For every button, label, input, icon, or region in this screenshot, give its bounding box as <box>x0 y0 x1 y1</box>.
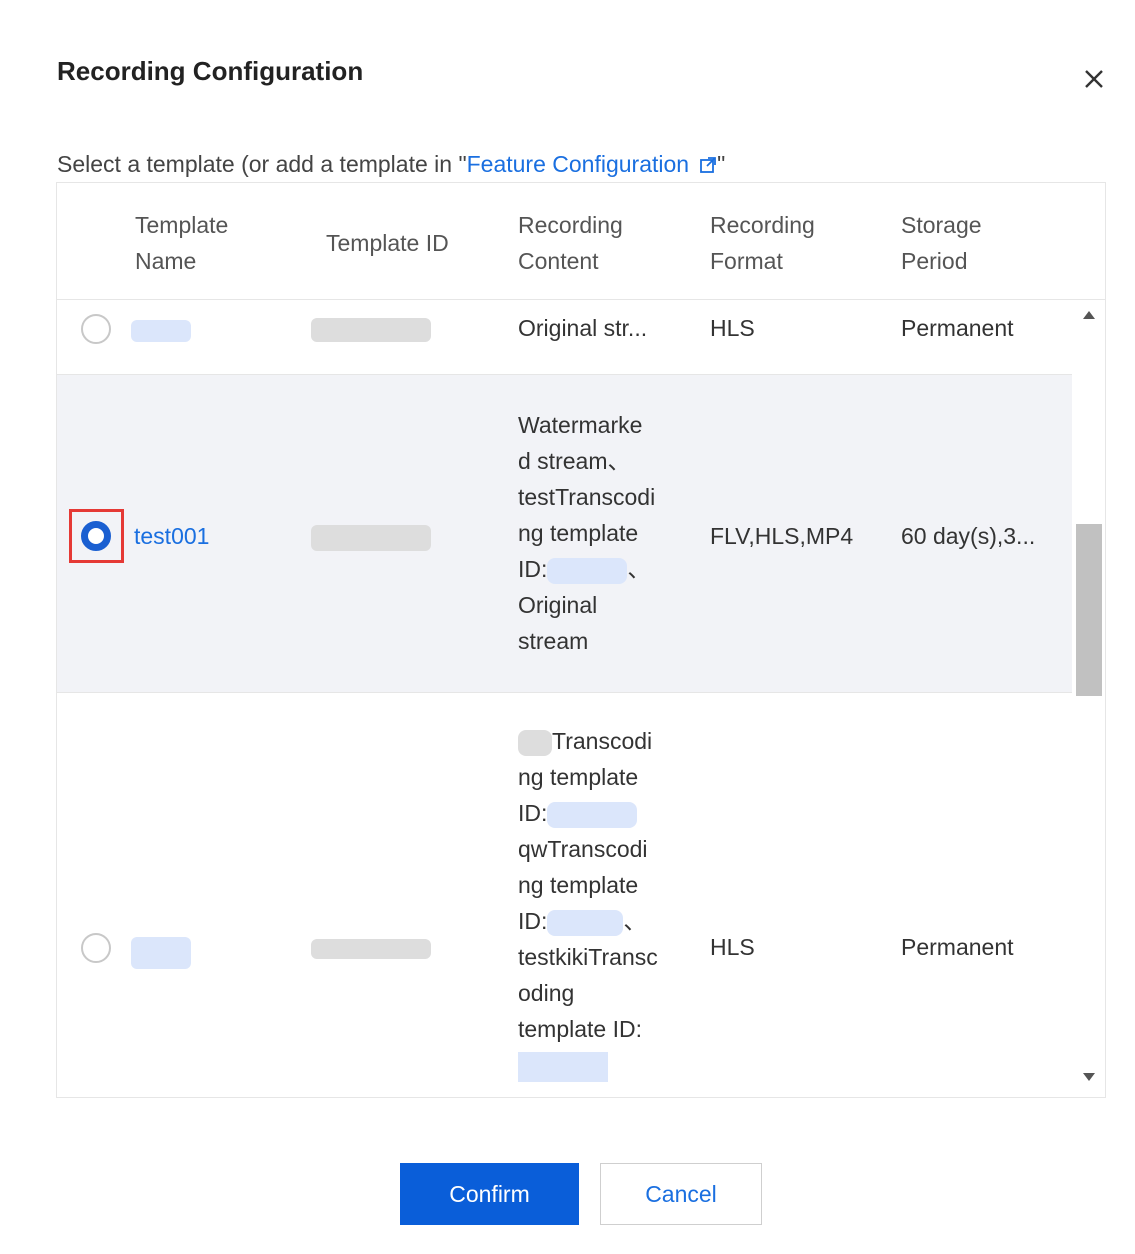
row-radio-selected[interactable] <box>81 521 111 551</box>
content-line: testTranscodi <box>518 484 656 510</box>
row-storage-period: Permanent <box>901 934 1014 960</box>
content-id-label: ID: <box>518 908 548 934</box>
feature-configuration-link-text[interactable]: Feature Configuration <box>467 151 689 177</box>
vertical-scrollbar[interactable] <box>1072 300 1105 1097</box>
feature-configuration-link[interactable]: Feature Configuration <box>467 151 717 177</box>
template-hint-prefix: Select a template (or add a template in … <box>57 151 467 177</box>
content-line-redacted <box>518 1047 668 1083</box>
content-line: stream <box>518 628 589 654</box>
scrollbar-thumb[interactable] <box>1076 524 1102 696</box>
redacted-id <box>547 909 624 936</box>
content-line: qwTranscodi <box>518 836 648 862</box>
content-line-id: ID: 、 <box>518 551 668 587</box>
redacted-id <box>518 1051 608 1082</box>
content-line: ng template <box>518 520 639 546</box>
row-recording-format: FLV,HLS,MP4 <box>710 523 854 549</box>
row-storage-period: Permanent <box>901 315 1014 341</box>
row-template-name[interactable]: test001 <box>134 518 209 554</box>
content-line: d stream、 <box>518 448 631 474</box>
redacted-template-id <box>311 939 431 959</box>
header-storage-period-line1: Storage <box>901 212 982 238</box>
header-template-name-line1: Template <box>135 212 229 238</box>
template-table: Template Name Template ID Recording Cont… <box>56 182 1106 1098</box>
redacted-template-id <box>311 525 431 551</box>
row-recording-format: HLS <box>710 934 755 960</box>
content-id-label: ID: <box>518 556 548 582</box>
content-line: oding <box>518 980 575 1006</box>
header-template-id: Template ID <box>326 230 449 256</box>
content-line: testkikiTransc <box>518 944 658 970</box>
header-recording-content-line1: Recording <box>518 212 623 238</box>
content-id-label: ID: <box>518 800 548 826</box>
content-line: template ID: <box>518 1016 642 1042</box>
template-hint-suffix: " <box>717 151 726 177</box>
header-storage-period: Storage Period <box>901 207 982 279</box>
header-template-name: Template Name <box>135 207 228 279</box>
header-recording-format-line2: Format <box>710 248 783 274</box>
header-recording-content-line2: Content <box>518 248 599 274</box>
table-row-selected[interactable]: test001 Watermarke d stream、 testTransco… <box>57 375 1073 693</box>
content-line: Transcodi <box>552 728 653 754</box>
row-radio[interactable] <box>81 933 111 963</box>
content-line-id: ID: 、 <box>518 903 668 939</box>
cancel-button[interactable]: Cancel <box>600 1163 762 1225</box>
content-id-suffix: 、 <box>623 908 647 934</box>
content-line: ng template <box>518 764 639 790</box>
recording-configuration-dialog: Recording Configuration Select a templat… <box>0 0 1135 1254</box>
table-body: Original str... HLS Permanent test001 Wa… <box>57 300 1073 1097</box>
row-recording-format: HLS <box>710 315 755 341</box>
content-line-prefixed: Transcodi <box>518 723 668 759</box>
row-recording-content: Original str... <box>518 315 648 341</box>
redacted-template-id <box>311 318 431 342</box>
content-line: Original <box>518 592 598 618</box>
close-icon[interactable] <box>1079 64 1109 94</box>
table-header: Template Name Template ID Recording Cont… <box>57 183 1105 300</box>
redacted-template-name <box>131 320 191 342</box>
content-id-suffix: 、 <box>627 556 651 582</box>
confirm-button[interactable]: Confirm <box>400 1163 579 1225</box>
redacted-prefix <box>518 729 552 756</box>
row-radio[interactable] <box>81 314 111 344</box>
header-storage-period-line2: Period <box>901 248 968 274</box>
row-storage-period: 60 day(s),3... <box>901 523 1036 549</box>
content-line: Watermarke <box>518 412 643 438</box>
redacted-id <box>547 801 638 828</box>
dialog-title: Recording Configuration <box>57 56 364 86</box>
scroll-down-arrow-icon[interactable] <box>1082 1070 1096 1084</box>
table-row[interactable]: Transcodi ng template ID: qwTranscodi ng… <box>57 693 1073 1097</box>
content-line: ng template <box>518 872 639 898</box>
header-recording-format-line1: Recording <box>710 212 815 238</box>
row-recording-content: Transcodi ng template ID: qwTranscodi ng… <box>518 723 668 1083</box>
scroll-up-arrow-icon[interactable] <box>1082 308 1096 322</box>
row-recording-content: Watermarke d stream、 testTranscodi ng te… <box>518 407 668 659</box>
template-hint: Select a template (or add a template in … <box>57 151 725 180</box>
content-line-id: ID: <box>518 795 668 831</box>
header-recording-content: Recording Content <box>518 207 623 279</box>
external-link-icon[interactable] <box>699 153 717 180</box>
redacted-template-name <box>131 937 191 969</box>
header-template-name-line2: Name <box>135 248 197 274</box>
redacted-id <box>547 557 628 584</box>
header-recording-format: Recording Format <box>710 207 815 279</box>
table-row[interactable]: Original str... HLS Permanent <box>57 300 1073 375</box>
